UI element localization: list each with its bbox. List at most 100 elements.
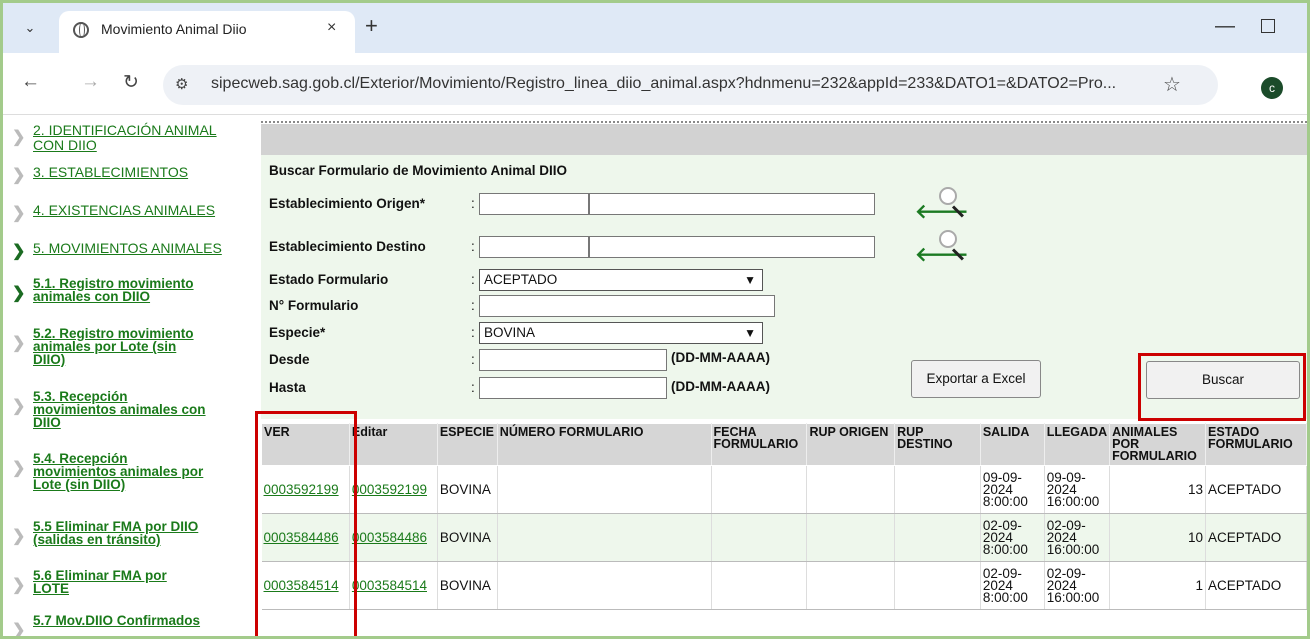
editar-link[interactable]: 0003592199 (349, 465, 438, 514)
browser-tab[interactable]: Movimiento Animal Diio × (59, 11, 355, 53)
sidebar-subitem-label[interactable]: 5.3. Recepción movimientos animales con DI… (33, 390, 206, 430)
label-desde: Desde (269, 352, 310, 367)
rup-destino-cell (894, 513, 981, 562)
rup-origen-cell (806, 561, 896, 610)
sidebar-item-label[interactable]: 3. ESTABLECIMIENTOS (33, 165, 188, 180)
especie-selected: BOVINA (484, 325, 536, 340)
url-text[interactable]: sipecweb.sag.gob.cl/Exterior/Movimiento/… (211, 75, 1116, 93)
magnifier-icon (939, 187, 957, 205)
origen-lookup-button[interactable]: 🡐 (915, 187, 985, 227)
sidebar-item-label[interactable]: 4. EXISTENCIAS ANIMALES (33, 203, 215, 218)
tab-title: Movimiento Animal Diio (101, 21, 247, 37)
sidebar-subitem-label[interactable]: 5.7 Mov.DIIO Confirmados (33, 614, 200, 628)
sidebar-item-label[interactable]: 5. MOVIMIENTOS ANIMALES (33, 241, 222, 256)
tab-list-button[interactable]: ⌄ (17, 15, 43, 41)
address-bar[interactable]: ⚙ sipecweb.sag.gob.cl/Exterior/Movimient… (163, 65, 1218, 105)
header-band (261, 124, 1307, 155)
chevron-right-icon: ❯ (12, 167, 26, 184)
editar-link[interactable]: 0003584486 (352, 530, 427, 545)
globe-icon (73, 22, 89, 38)
label-origen: Establecimiento Origen* (269, 196, 426, 211)
sidebar-subitem-label[interactable]: 5.4. Recepción movimientos animales por Lo… (33, 452, 203, 492)
column-header: RUP ORIGEN (806, 423, 896, 466)
table-header-row: VER Editar ESPECIE NÚMERO FORMULARIO FECHA F… (261, 423, 1307, 466)
profile-avatar[interactable]: c (1261, 77, 1283, 99)
editar-link[interactable]: 0003584514 (352, 578, 427, 593)
browser-window: ⌄ Movimiento Animal Diio × + — ← → ↻ ⚙ s… (0, 0, 1310, 639)
editar-link[interactable]: 0003592199 (352, 482, 427, 497)
sidebar-subitem-label[interactable]: 5.1. Registro movimiento animales con DII… (33, 277, 194, 304)
sidebar-subitem-label[interactable]: 5.2. Registro movimiento animales por Lot… (33, 327, 194, 367)
colon: : (471, 272, 475, 287)
new-tab-button[interactable]: + (365, 13, 378, 39)
animales-cell: 1 (1109, 561, 1207, 610)
llegada-cell: 02-09- 2024 16:00:00 (1044, 561, 1111, 610)
chevron-right-icon: ❯ (12, 335, 26, 352)
colon: : (471, 380, 475, 395)
dotted-divider (261, 121, 1307, 123)
destino-name-input[interactable] (589, 236, 875, 258)
label-numero: N° Formulario (269, 298, 359, 313)
numero-cell (497, 561, 712, 610)
column-header: Editar (348, 423, 438, 466)
chevron-down-icon: ▼ (744, 326, 756, 340)
estado-select[interactable]: ACEPTADO ▼ (479, 269, 763, 291)
chevron-right-icon: ❯ (12, 398, 26, 415)
maximize-button[interactable] (1261, 19, 1275, 33)
sidebar-subitem-label[interactable]: 5.5 Eliminar FMA por DIIO (salidas en trá… (33, 520, 198, 547)
colon: : (471, 352, 475, 367)
export-excel-button[interactable]: Exportar a Excel (911, 360, 1041, 398)
reload-icon[interactable]: ↻ (123, 71, 139, 94)
colon: : (471, 325, 475, 340)
rup-destino-cell (894, 465, 981, 514)
table-row: 0003584486 0003584486 BOVINA 02-09- 2024 8:00… (261, 513, 1307, 562)
estado-cell: ACEPTADO (1205, 465, 1307, 514)
hasta-format-hint: (DD-MM-AAAA) (671, 379, 770, 394)
site-settings-icon[interactable]: ⚙ (175, 75, 188, 93)
hasta-input[interactable] (479, 377, 667, 399)
estado-selected: ACEPTADO (484, 272, 558, 287)
sidebar-subitem-label[interactable]: 5.6 Eliminar FMA por LOTE (33, 569, 167, 596)
column-header: ESTADO FORMULARIO (1205, 423, 1307, 466)
desde-input[interactable] (479, 349, 667, 371)
origen-code-input[interactable] (479, 193, 589, 215)
destino-lookup-button[interactable]: 🡐 (915, 230, 985, 270)
colon: : (471, 196, 475, 211)
fecha-cell (711, 465, 808, 514)
bookmark-star-icon[interactable]: ☆ (1163, 72, 1181, 97)
origen-name-input[interactable] (589, 193, 875, 215)
form-title: Buscar Formulario de Movimiento Animal D… (269, 163, 568, 178)
table-row: 0003584514 0003584514 BOVINA 02-09- 2024 8:00… (261, 561, 1307, 610)
especie-select[interactable]: BOVINA ▼ (479, 322, 763, 344)
column-header: ESPECIE (436, 423, 498, 466)
chevron-right-icon: ❯ (12, 285, 26, 302)
back-arrow-icon[interactable]: ← (21, 71, 40, 93)
results-table: VER Editar ESPECIE NÚMERO FORMULARIO FECHA F… (261, 423, 1307, 610)
column-header: FECHA FORMULARIO (710, 423, 808, 466)
especie-cell: BOVINA (437, 465, 498, 514)
label-especie: Especie* (269, 325, 326, 340)
chevron-right-icon: ❯ (12, 528, 26, 545)
numero-input[interactable] (479, 295, 775, 317)
colon: : (471, 298, 475, 313)
salida-cell: 09-09- 2024 8:00:00 (980, 465, 1045, 514)
estado-cell: ACEPTADO (1205, 513, 1307, 562)
editar-link[interactable]: 0003584514 (349, 561, 438, 610)
numero-cell (497, 465, 712, 514)
tab-close-icon[interactable]: × (327, 19, 336, 37)
forward-arrow-icon[interactable]: → (81, 71, 100, 93)
fecha-cell (711, 513, 808, 562)
animales-cell: 13 (1109, 465, 1207, 514)
minimize-button[interactable]: — (1215, 15, 1235, 38)
column-header: RUP DESTINO (894, 423, 981, 466)
sidebar-item-label[interactable]: 2. IDENTIFICACIÓN ANIMAL CON DIIO (33, 123, 217, 153)
llegada-cell: 02-09- 2024 16:00:00 (1044, 513, 1111, 562)
rup-destino-cell (894, 561, 981, 610)
especie-cell: BOVINA (437, 513, 498, 562)
editar-link[interactable]: 0003584486 (349, 513, 438, 562)
salida-cell: 02-09- 2024 8:00:00 (980, 513, 1045, 562)
destino-code-input[interactable] (479, 236, 589, 258)
column-header: LLEGADA (1043, 423, 1111, 466)
sidebar-menu: ❯ 2. IDENTIFICACIÓN ANIMAL CON DIIO ❯ 3. EST… (3, 115, 258, 636)
chevron-right-icon: ❯ (12, 243, 26, 260)
